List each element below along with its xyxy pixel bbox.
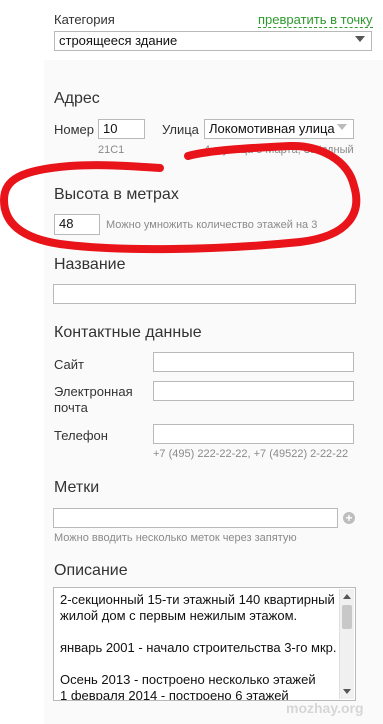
email-label-line2: почта <box>54 400 88 415</box>
description-textarea[interactable]: 2-секционный 15-ти этажный 140 квартирны… <box>53 587 356 701</box>
description-line: Осень 2013 - построено несколько этажей <box>60 672 316 687</box>
description-line: жилой дом с первым нежилым этажом. <box>60 608 298 623</box>
description-heading: Описание <box>54 562 128 579</box>
description-line: 2-секционный 15-ти этажный 140 квартирны… <box>60 592 335 607</box>
scroll-up-icon[interactable] <box>343 594 351 599</box>
site-label: Сайт <box>54 357 84 372</box>
phone-input[interactable] <box>153 424 354 444</box>
tags-input[interactable] <box>53 508 338 528</box>
watermark: mozhay.org <box>286 700 364 716</box>
site-input[interactable] <box>153 352 354 372</box>
red-annotation-scribble <box>0 141 361 254</box>
description-line: январь 2001 - начало строительства 3-го … <box>60 640 337 655</box>
phone-hint: +7 (495) 222-22-22, +7 (49522) 2-22-22 <box>153 448 349 460</box>
scroll-thumb[interactable] <box>342 605 352 629</box>
email-input[interactable] <box>153 381 354 401</box>
add-tag-icon[interactable]: + <box>343 512 355 524</box>
name-heading: Название <box>54 256 126 273</box>
description-scrollbar[interactable] <box>339 589 354 699</box>
contacts-heading: Контактные данные <box>54 324 202 341</box>
name-input[interactable] <box>53 284 356 304</box>
tags-heading: Метки <box>54 479 100 496</box>
annotation-loop <box>0 141 361 254</box>
phone-label: Телефон <box>54 428 108 443</box>
tags-hint: Можно вводить несколько меток через запя… <box>54 532 297 544</box>
email-label-line1: Электронная <box>54 384 133 399</box>
scroll-down-icon[interactable] <box>343 689 351 694</box>
